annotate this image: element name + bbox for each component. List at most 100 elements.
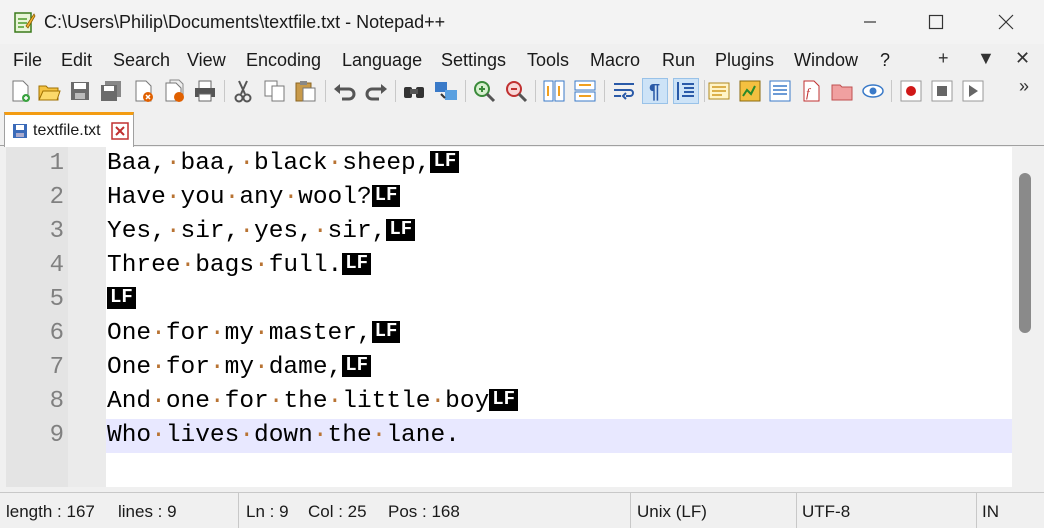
line-number: 1	[49, 150, 64, 177]
svg-text:¶: ¶	[649, 81, 660, 103]
status-bar: length : 167 lines : 9 Ln : 9 Col : 25 P…	[0, 492, 1044, 528]
toolbar: ¶ f »	[0, 76, 1044, 106]
eol-marker: LF	[342, 355, 372, 377]
code-line-text: Baa,·baa,·black·sheep,	[107, 150, 431, 177]
vertical-scrollbar[interactable]	[1012, 147, 1038, 487]
code-line[interactable]: One·for·my·master, LF	[106, 317, 1012, 351]
window-title: C:\Users\Philip\Documents\textfile.txt -…	[44, 12, 446, 32]
function-list-panel-button[interactable]: f	[798, 78, 824, 104]
code-line[interactable]: LF	[106, 283, 1012, 317]
show-all-characters-button[interactable]: ¶	[642, 78, 668, 104]
tab-close-icon[interactable]	[111, 122, 129, 140]
toolbar-separator	[891, 80, 892, 102]
close-window-button[interactable]	[977, 0, 1035, 44]
indent-guide-button[interactable]	[673, 78, 699, 104]
toolbar-overflow-button[interactable]: »	[1019, 76, 1029, 97]
define-language-icon	[708, 82, 730, 100]
menu-settings[interactable]: Settings	[441, 50, 506, 71]
record-macro-button[interactable]	[898, 78, 924, 104]
status-lines: lines : 9	[118, 502, 177, 521]
undo-button[interactable]	[332, 78, 358, 104]
tab-textfile[interactable]: textfile.txt	[4, 112, 134, 147]
status-length: length : 167	[6, 502, 95, 521]
menu-edit[interactable]: Edit	[61, 50, 92, 71]
monitoring-button[interactable]	[860, 78, 886, 104]
line-number: 9	[49, 422, 64, 449]
cut-icon	[234, 80, 252, 103]
close-file-button[interactable]	[130, 78, 156, 104]
zoom-out-button[interactable]	[503, 78, 529, 104]
code-line[interactable]: Who·lives·down·the·lane.	[106, 419, 1012, 453]
code-line[interactable]: Three·bags·full. LF	[106, 249, 1012, 283]
line-number: 2	[49, 184, 64, 211]
close-document-button[interactable]: ✕	[1015, 48, 1030, 69]
maximize-button[interactable]	[907, 0, 965, 44]
tab-list-dropdown-button[interactable]: ▼	[977, 48, 995, 69]
playback-macro-button[interactable]	[960, 78, 986, 104]
define-language-button[interactable]	[706, 78, 732, 104]
status-encoding[interactable]: UTF-8	[802, 502, 850, 522]
function-list-button[interactable]	[767, 78, 793, 104]
folder-as-workspace-button[interactable]	[829, 78, 855, 104]
minimize-button[interactable]	[841, 0, 899, 44]
eol-marker: LF	[371, 185, 401, 207]
word-wrap-button[interactable]	[611, 78, 637, 104]
saved-file-icon	[13, 124, 27, 138]
sync-vertical-scrolling-button[interactable]	[541, 78, 567, 104]
code-line-text: Yes,·sir,·yes,·sir,	[107, 218, 387, 245]
line-number: 5	[49, 286, 64, 313]
menu-view[interactable]: View	[187, 50, 226, 71]
menu-plugins[interactable]: Plugins	[715, 50, 774, 71]
menu-macro[interactable]: Macro	[590, 50, 640, 71]
print-button[interactable]	[192, 78, 218, 104]
replace-button[interactable]	[433, 78, 459, 104]
status-eol-format[interactable]: Unix (LF)	[637, 502, 707, 522]
code-line[interactable]: Have·you·any·wool? LF	[106, 181, 1012, 215]
copy-icon	[264, 80, 285, 102]
stop-recording-button[interactable]	[929, 78, 955, 104]
eol-marker: LF	[489, 389, 519, 411]
status-divider	[796, 493, 797, 528]
eol-marker: LF	[371, 321, 401, 343]
stop-recording-icon	[931, 80, 953, 102]
toolbar-separator	[704, 80, 705, 102]
open-file-button[interactable]	[36, 78, 62, 104]
menu-run[interactable]: Run	[662, 50, 695, 71]
menu-tools[interactable]: Tools	[527, 50, 569, 71]
toolbar-separator	[604, 80, 605, 102]
zoom-in-button[interactable]	[471, 78, 497, 104]
save-button[interactable]	[67, 78, 93, 104]
code-line-text: One·for·my·dame,	[107, 354, 343, 381]
code-line[interactable]: Baa,·baa,·black·sheep, LF	[106, 147, 1012, 181]
code-line[interactable]: One·for·my·dame, LF	[106, 351, 1012, 385]
find-button[interactable]	[401, 78, 427, 104]
title-bar: C:\Users\Philip\Documents\textfile.txt -…	[0, 0, 1044, 44]
paste-button[interactable]	[293, 78, 319, 104]
save-icon	[71, 82, 89, 100]
close-icon	[998, 14, 1014, 30]
sync-horizontal-scrolling-button[interactable]	[572, 78, 598, 104]
tab-label: textfile.txt	[33, 122, 101, 139]
text-editor[interactable]: 123456789 Baa,·baa,·black·sheep, LF Have·y…	[6, 147, 1038, 487]
close-all-button[interactable]	[162, 78, 188, 104]
menu-encoding[interactable]: Encoding	[246, 50, 321, 71]
scrollbar-thumb[interactable]	[1019, 173, 1031, 333]
menu-language[interactable]: Language	[342, 50, 422, 71]
document-map-button[interactable]	[737, 78, 763, 104]
redo-button[interactable]	[363, 78, 389, 104]
code-line[interactable]: Yes,·sir,·yes,·sir, LF	[106, 215, 1012, 249]
eol-marker: LF	[107, 287, 136, 309]
menu-help[interactable]: ?	[880, 50, 890, 71]
copy-button[interactable]	[262, 78, 288, 104]
code-area[interactable]: Baa,·baa,·black·sheep, LF Have·you·any·woo…	[106, 147, 1012, 487]
cut-button[interactable]	[230, 78, 256, 104]
line-number: 4	[49, 252, 64, 279]
new-file-button[interactable]	[7, 78, 33, 104]
new-tab-button[interactable]: +	[938, 48, 949, 69]
menu-search[interactable]: Search	[113, 50, 170, 71]
save-all-button[interactable]	[98, 78, 124, 104]
code-line[interactable]: And·one·for·the·little·boy LF	[106, 385, 1012, 419]
menu-file[interactable]: File	[13, 50, 42, 71]
menu-window[interactable]: Window	[794, 50, 858, 71]
toolbar-separator	[465, 80, 466, 102]
